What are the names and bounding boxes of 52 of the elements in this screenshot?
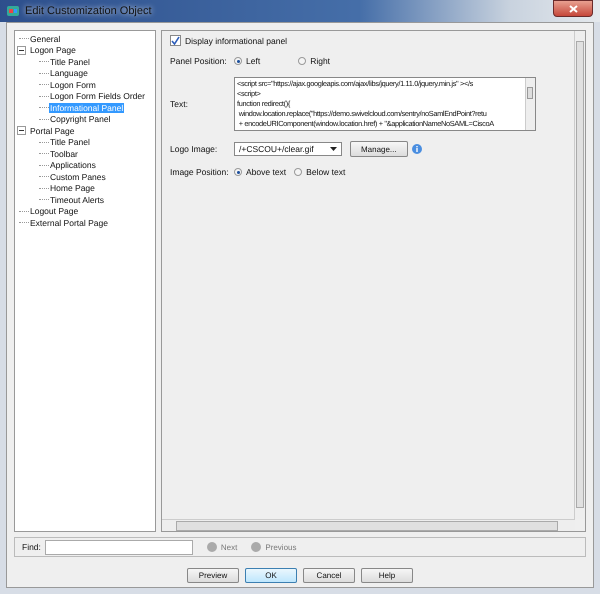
scrollbar[interactable] [162,519,575,531]
scrollbar[interactable] [525,78,535,130]
tree-item[interactable]: Portal Page [29,126,76,136]
tree-item[interactable]: Logon Form [49,80,97,90]
caret-icon [330,147,337,151]
text-area[interactable] [234,77,536,131]
radio-button[interactable] [234,168,242,176]
tree-item[interactable]: General [29,34,62,44]
tree-item[interactable]: Logon Form Fields Order [49,91,146,102]
checkbox[interactable] [170,35,181,46]
find-field[interactable] [44,540,193,554]
radio-label: Left [246,56,260,66]
tree-item[interactable]: Applications [49,160,97,170]
close-button[interactable] [553,0,593,17]
previous-button[interactable]: Previous [251,542,296,552]
dialog-button[interactable]: Cancel [303,568,355,583]
app-icon [6,4,20,18]
next-button[interactable]: Next [206,542,238,552]
window-title: Edit Customization Object [25,5,152,17]
radio-label: Below text [306,167,346,177]
tree-item[interactable]: Custom Panes [49,172,107,182]
scrollbar[interactable] [574,31,585,519]
radio-label: Right [310,56,330,66]
info-icon[interactable] [412,144,422,154]
collapse-icon[interactable] [17,126,26,136]
tree-item[interactable]: Logout Page [29,206,80,216]
logo-dropdown[interactable]: /+CSCOU+/clear.gif [234,142,342,156]
collapse-icon[interactable] [17,46,26,55]
tree-item[interactable]: Home Page [49,183,96,194]
tree-item[interactable]: Title Panel [49,56,91,67]
find-label: Find: [22,542,41,552]
field-label: Text: [170,99,189,109]
field-label: Panel Position: [170,56,228,66]
manage-button[interactable]: Manage... [350,141,408,157]
field-label: Logo Image: [170,144,218,154]
radio-button[interactable] [298,57,306,65]
tree-item[interactable]: Title Panel [49,137,91,148]
field-label: Image Position: [170,167,230,177]
tree-item[interactable]: External Portal Page [29,218,109,228]
dialog-button[interactable]: OK [245,568,297,583]
tree-item[interactable]: Copyright Panel [49,114,112,124]
checkbox-label: Display informational panel [185,36,288,46]
tree-item[interactable]: Logon Page [29,45,77,56]
tree-item[interactable]: Timeout Alerts [49,194,106,205]
dialog-button[interactable]: Help [361,568,413,583]
tree-item[interactable]: Language [49,68,89,78]
radio-button[interactable] [294,168,302,176]
dialog-button[interactable]: Preview [187,568,239,583]
close-icon [568,4,578,12]
tree-item[interactable]: Toolbar [49,148,79,159]
radio-label: Above text [246,167,286,177]
radio-button[interactable] [234,57,242,65]
